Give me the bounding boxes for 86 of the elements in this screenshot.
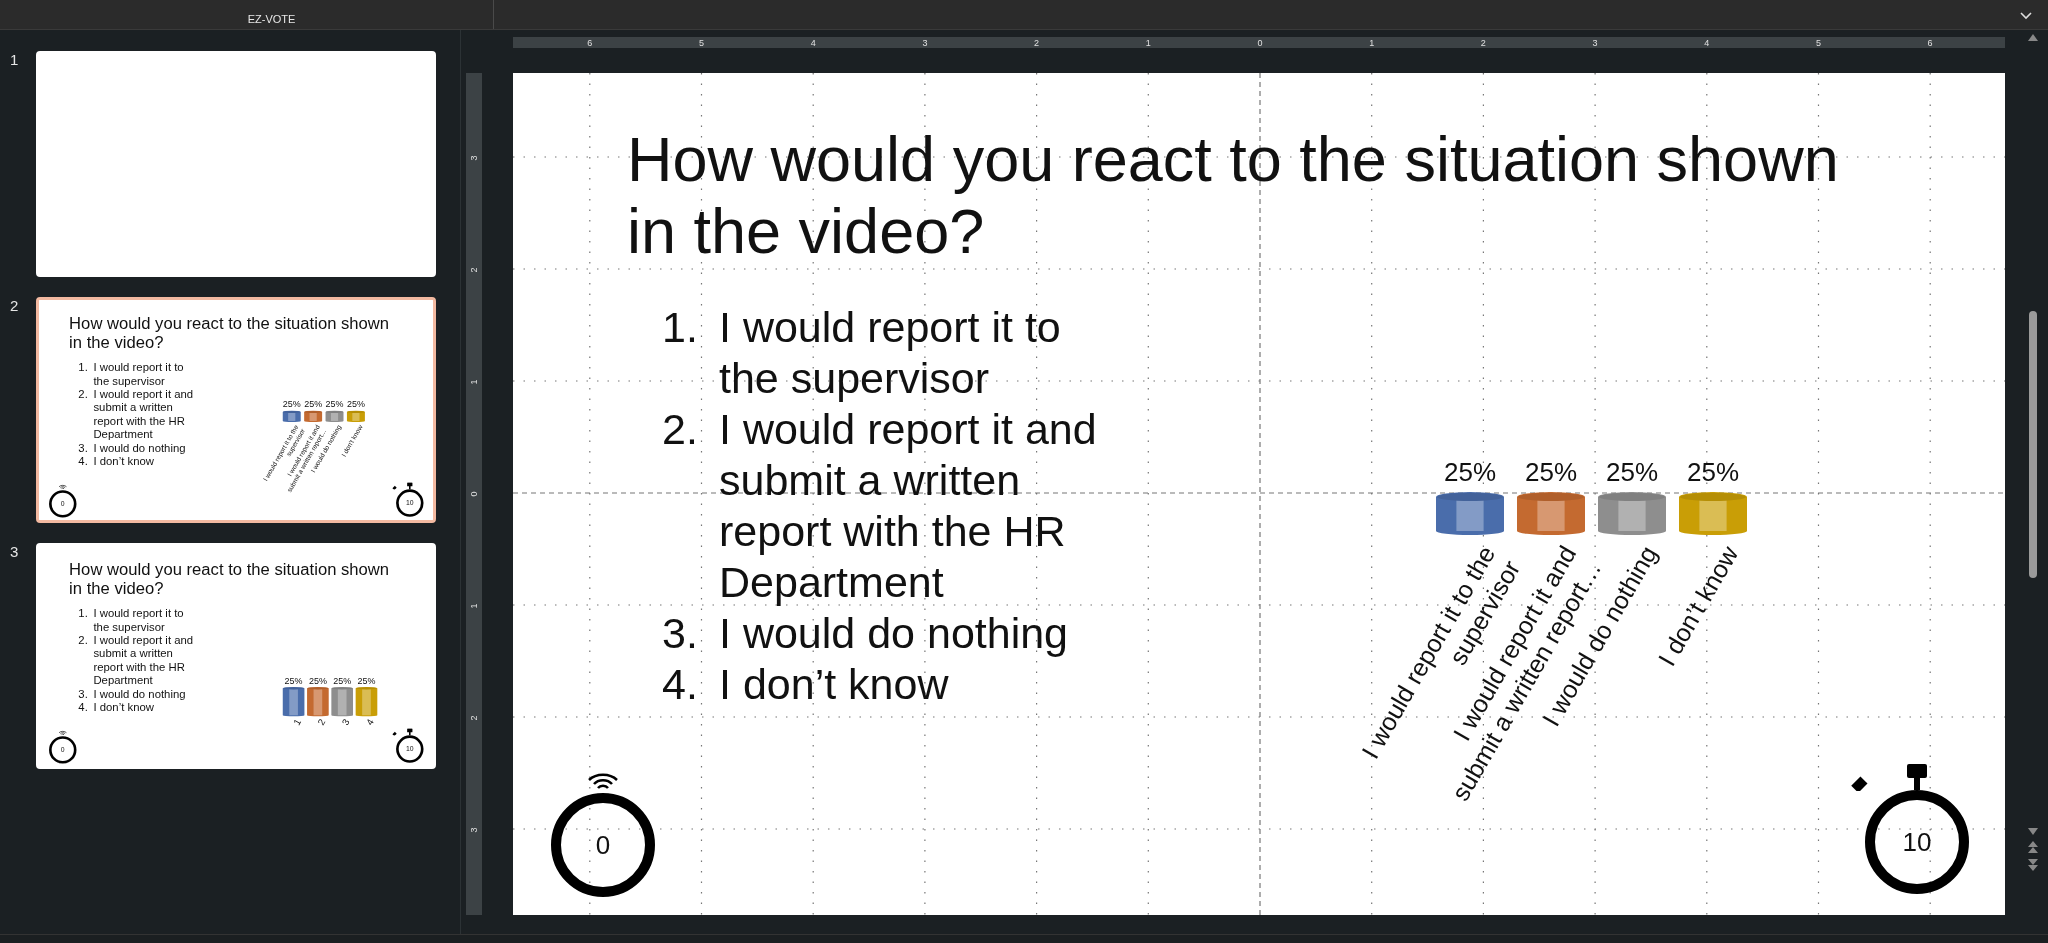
countdown-timer: 10 xyxy=(1865,790,1969,894)
ruler-number: 3 xyxy=(469,827,479,833)
answer-option: I don’t know xyxy=(93,700,198,715)
answer-option: I don’t know xyxy=(93,454,198,469)
ruler-number: 6 xyxy=(586,37,594,48)
list-number: 4. xyxy=(78,454,89,469)
result-percent: 25% xyxy=(283,675,304,686)
result-percent: 25% xyxy=(1685,458,1740,488)
result-bar xyxy=(1517,492,1585,535)
ruler-number: 1 xyxy=(469,379,479,385)
result-percent: 25% xyxy=(1442,458,1497,488)
scroll-down-arrow-icon[interactable] xyxy=(2028,828,2038,835)
ruler-number: 6 xyxy=(1926,37,1934,48)
list-number: 4. xyxy=(78,700,89,715)
list-number: 3. xyxy=(78,441,89,455)
result-percent: 25% xyxy=(307,675,328,686)
ruler-number: 5 xyxy=(1814,37,1822,48)
result-bar xyxy=(282,687,305,717)
ruler-number: 3 xyxy=(469,155,479,161)
result-percent: 25% xyxy=(1523,458,1578,488)
answer-option: I would report it to the supervisor xyxy=(93,360,198,388)
answer-option: I would report it to the supervisor xyxy=(93,606,198,634)
answer-option: I would do nothing xyxy=(93,441,198,455)
result-percent: 25% xyxy=(324,399,345,410)
answer-option: I would report it and submit a written report with the HR Department xyxy=(93,633,198,688)
category-label: 1 xyxy=(290,717,303,730)
ruler-number: 2 xyxy=(469,267,479,273)
next-slide-icon[interactable] xyxy=(2028,859,2038,871)
result-percent: 25% xyxy=(345,399,366,410)
result-bar xyxy=(282,410,301,422)
result-percent: 25% xyxy=(1604,458,1659,488)
list-number: 1. xyxy=(662,302,699,353)
ruler-number: 5 xyxy=(698,37,706,48)
ruler-number: 1 xyxy=(1368,37,1376,48)
result-percent: 25% xyxy=(281,399,302,410)
ribbon-group-label: EZ-VOTE xyxy=(247,13,296,25)
result-bar xyxy=(1436,492,1504,535)
result-percent: 25% xyxy=(356,675,377,686)
result-percent: 25% xyxy=(303,399,324,410)
list-number: 3. xyxy=(662,608,699,659)
category-label: 2 xyxy=(314,717,327,730)
scrollbar-thumb[interactable] xyxy=(2029,311,2037,578)
ruler-number: 1 xyxy=(469,603,479,609)
ruler-number: 4 xyxy=(809,37,817,48)
slide-number: 3 xyxy=(9,543,20,560)
ruler-number: 0 xyxy=(469,491,479,497)
scroll-up-arrow-icon[interactable] xyxy=(2028,34,2038,41)
list-number: 4. xyxy=(662,659,699,710)
ruler-number: 0 xyxy=(1256,37,1264,48)
list-number: 2. xyxy=(662,404,699,455)
slide-title: How would you react to the situation shown in the video? xyxy=(68,558,391,598)
ruler-number: 2 xyxy=(1033,37,1041,48)
result-bar xyxy=(331,687,353,717)
category-label: 3 xyxy=(338,717,351,730)
answer-option: I would report it and submit a written report with the HR Department xyxy=(719,404,1114,608)
list-number: 1. xyxy=(78,606,89,622)
slide-thumbnail[interactable] xyxy=(36,297,436,523)
answer-option: I would report it and submit a written report with the HR Department xyxy=(93,387,198,442)
slide-number: 2 xyxy=(9,297,20,314)
result-bar xyxy=(355,687,378,717)
ruler-number: 3 xyxy=(921,37,929,48)
result-bar xyxy=(346,410,365,422)
ruler-number: 1 xyxy=(1144,37,1152,48)
answer-option: I would do nothing xyxy=(719,608,1114,659)
result-bar xyxy=(307,687,329,717)
previous-slide-icon[interactable] xyxy=(2028,841,2038,853)
list-number: 1. xyxy=(78,360,89,376)
ruler-number: 2 xyxy=(469,715,479,721)
list-number: 3. xyxy=(78,687,89,701)
result-bar xyxy=(304,410,323,422)
result-bar xyxy=(325,410,344,422)
answer-option: I would report it to the supervisor xyxy=(719,302,1114,404)
answer-option: I don’t know xyxy=(719,659,1114,710)
list-number: 2. xyxy=(78,387,89,403)
slide-number: 1 xyxy=(9,51,20,68)
ruler-number: 4 xyxy=(1703,37,1711,48)
slide-title: How would you react to the situation shown in the video? xyxy=(68,312,391,352)
list-number: 2. xyxy=(78,633,89,649)
result-percent: 25% xyxy=(332,675,353,686)
slide-title: How would you react to the situation shown in the video? xyxy=(626,123,1840,267)
ruler-number: 2 xyxy=(1479,37,1487,48)
answer-option: I would do nothing xyxy=(93,687,198,701)
ruler-number: 3 xyxy=(1591,37,1599,48)
response-counter: 0 xyxy=(551,793,655,897)
category-label: 4 xyxy=(363,717,375,730)
result-bar xyxy=(1679,492,1747,535)
